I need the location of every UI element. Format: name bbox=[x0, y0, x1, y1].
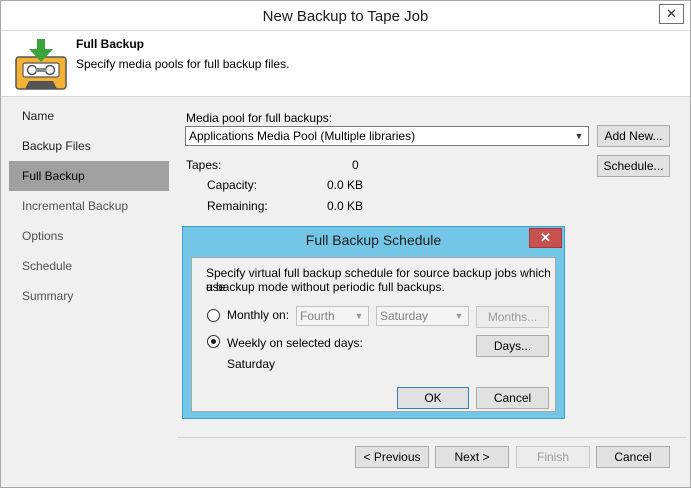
title-bar: New Backup to Tape Job ✕ bbox=[1, 1, 690, 31]
monthly-radio[interactable] bbox=[207, 309, 220, 322]
days-button[interactable]: Days... bbox=[476, 335, 549, 357]
step-options[interactable]: Options bbox=[9, 221, 169, 251]
capacity-value: 0.0 KB bbox=[327, 178, 364, 192]
add-new-button[interactable]: Add New... bbox=[597, 125, 670, 147]
week-number-value: Fourth bbox=[300, 309, 335, 323]
tape-download-icon bbox=[15, 39, 67, 90]
ok-button[interactable]: OK bbox=[397, 387, 469, 409]
media-pool-label: Media pool for full backups: bbox=[186, 111, 333, 125]
remaining-label: Remaining: bbox=[207, 199, 268, 213]
window-title: New Backup to Tape Job bbox=[262, 8, 429, 25]
cancel-button[interactable]: Cancel bbox=[596, 446, 670, 468]
weekday-value: Saturday bbox=[380, 309, 429, 323]
week-number-select[interactable]: Fourth ▼ bbox=[296, 306, 369, 326]
wizard-header: Full Backup Specify media pools for full… bbox=[1, 31, 690, 97]
chevron-down-icon: ▼ bbox=[454, 311, 464, 321]
wizard-steps: Name Backup Files Full Backup Incrementa… bbox=[9, 101, 169, 311]
weekly-label: Weekly on selected days: bbox=[227, 336, 363, 350]
weekly-radio[interactable] bbox=[207, 335, 220, 348]
media-pool-select[interactable]: Applications Media Pool (Multiple librar… bbox=[185, 126, 589, 146]
header-title: Full Backup bbox=[76, 37, 145, 51]
dialog-cancel-button[interactable]: Cancel bbox=[476, 387, 549, 409]
monthly-label: Monthly on: bbox=[227, 308, 290, 322]
full-backup-schedule-dialog: Full Backup Schedule ✕ Specify virtual f… bbox=[182, 226, 565, 419]
step-full-backup[interactable]: Full Backup bbox=[9, 161, 169, 191]
capacity-label: Capacity: bbox=[207, 178, 258, 192]
media-pool-value: Applications Media Pool (Multiple librar… bbox=[189, 129, 416, 143]
wizard-window: New Backup to Tape Job ✕ Full Backup Spe… bbox=[0, 0, 691, 488]
dialog-description-line2: a backup mode without periodic full back… bbox=[206, 280, 445, 294]
chevron-down-icon: ▼ bbox=[574, 131, 584, 141]
step-name[interactable]: Name bbox=[9, 101, 169, 131]
step-summary[interactable]: Summary bbox=[9, 281, 169, 311]
dialog-close-button[interactable]: ✕ bbox=[529, 228, 562, 248]
chevron-down-icon: ▼ bbox=[354, 311, 364, 321]
step-backup-files[interactable]: Backup Files bbox=[9, 131, 169, 161]
remaining-value: 0.0 KB bbox=[327, 199, 364, 213]
tapes-value: 0 bbox=[352, 158, 359, 172]
step-incremental-backup[interactable]: Incremental Backup bbox=[9, 191, 169, 221]
finish-button[interactable]: Finish bbox=[516, 446, 590, 468]
months-button[interactable]: Months... bbox=[476, 306, 549, 328]
window-close-button[interactable]: ✕ bbox=[659, 4, 684, 24]
weekly-days-value: Saturday bbox=[227, 357, 276, 371]
tapes-label: Tapes: bbox=[186, 158, 222, 172]
footer-divider bbox=[177, 437, 687, 438]
step-schedule[interactable]: Schedule bbox=[9, 251, 169, 281]
next-button[interactable]: Next > bbox=[435, 446, 509, 468]
schedule-button[interactable]: Schedule... bbox=[597, 155, 670, 177]
dialog-title: Full Backup Schedule bbox=[305, 232, 442, 248]
weekday-select[interactable]: Saturday ▼ bbox=[376, 306, 469, 326]
dialog-body: Specify virtual full backup schedule for… bbox=[191, 257, 556, 412]
previous-button[interactable]: < Previous bbox=[355, 446, 429, 468]
header-subtitle: Specify media pools for full backup file… bbox=[76, 57, 290, 71]
